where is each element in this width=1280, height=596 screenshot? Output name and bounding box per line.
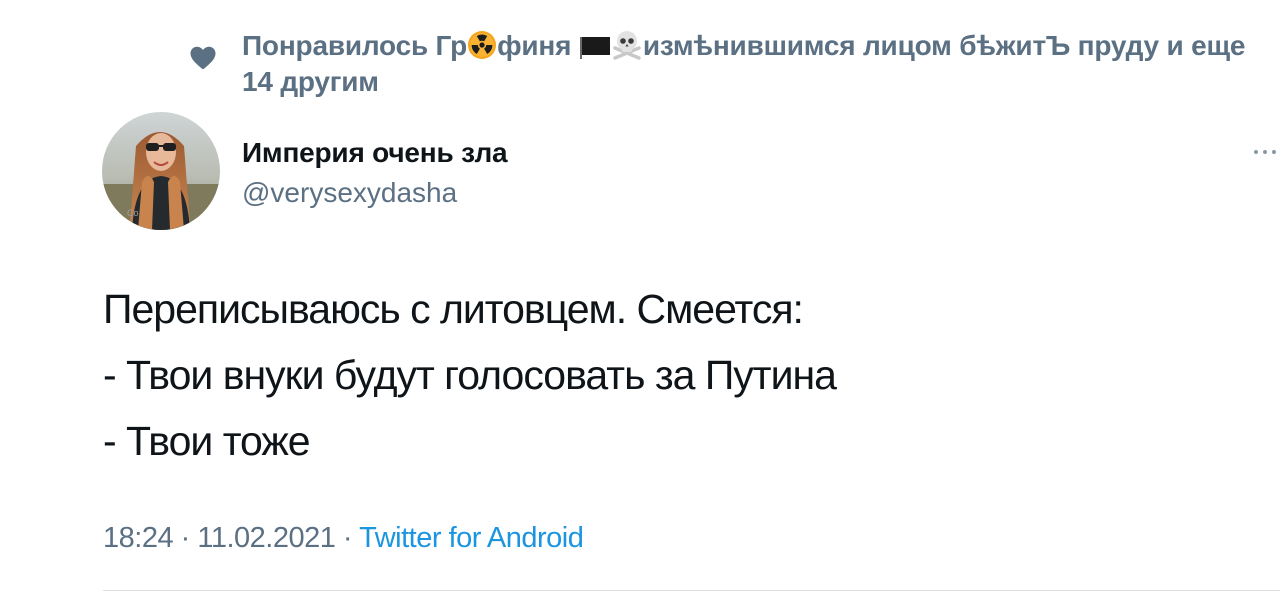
tweet-line: - Твои тоже: [103, 418, 311, 464]
tweet-text: Переписываюсь с литовцем. Смеется: - Тво…: [103, 276, 1253, 474]
meta-separator: ·: [173, 522, 198, 554]
avatar[interactable]: Co: [102, 112, 220, 230]
meta-separator: ·: [335, 522, 360, 554]
skull-crossbones-emoji: [613, 31, 641, 60]
liked-by-text[interactable]: Понравилось Гр финя измѣнившимся лицом б…: [242, 28, 1252, 100]
tweet-meta: 18:24 · 11.02.2021 · Twitter for Android: [103, 520, 584, 556]
author-handle[interactable]: @verysexydasha: [242, 176, 457, 210]
divider: [103, 590, 1280, 591]
radioactive-emoji: [468, 31, 497, 59]
tweet-date[interactable]: 11.02.2021: [197, 522, 336, 554]
svg-text:Co: Co: [127, 208, 139, 218]
black-flag-emoji: [579, 37, 610, 59]
heart-icon: [190, 46, 216, 69]
tweet-time[interactable]: 18:24: [103, 522, 174, 554]
tweet-line: - Твои внуки будут голосовать за Путина: [103, 352, 837, 398]
liked-by-prefix: Понравилось Гр: [242, 30, 468, 61]
author-display-name[interactable]: Империя очень зла: [242, 136, 508, 170]
more-options-icon[interactable]: [1250, 146, 1280, 158]
tweet-source-link[interactable]: Twitter for Android: [359, 522, 584, 554]
liked-by-middle: финя: [497, 30, 579, 61]
avatar-photo: Co: [102, 112, 220, 230]
tweet-line: Переписываюсь с литовцем. Смеется:: [103, 286, 804, 332]
